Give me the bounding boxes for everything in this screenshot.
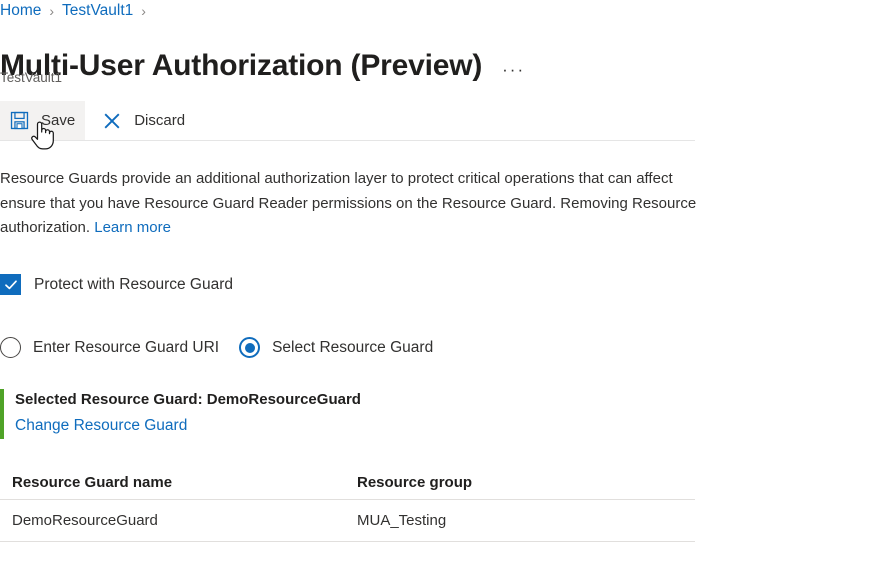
breadcrumb-chevron-icon: ›: [49, 3, 55, 19]
radio-circle-unselected-icon[interactable]: [0, 337, 21, 358]
cell-resource-group: MUA_Testing: [357, 512, 447, 529]
cell-resource-guard-name: DemoResourceGuard: [12, 512, 158, 529]
breadcrumb-chevron-icon-2: ›: [141, 3, 146, 19]
more-options-icon[interactable]: ···: [502, 61, 525, 78]
table-row[interactable]: DemoResourceGuard MUA_Testing: [0, 500, 695, 542]
save-button-label: Save: [41, 112, 76, 129]
description-line-1: Resource Guards provide an additional au…: [0, 170, 673, 187]
radio-circle-selected-icon[interactable]: [239, 337, 261, 358]
radio-enter-resource-guard-uri[interactable]: Enter Resource Guard URI: [0, 337, 219, 358]
save-button[interactable]: Save: [0, 101, 86, 140]
radio-select-resource-guard[interactable]: Select Resource Guard: [239, 337, 433, 358]
radio-dot: [244, 342, 255, 353]
breadcrumb: Home › TestVault1 ›: [0, 2, 154, 20]
breadcrumb-item-testvault1[interactable]: TestVault1: [62, 2, 133, 20]
page-subtitle: TestVault1: [0, 70, 63, 85]
description-line-3-text: authorization.: [0, 219, 91, 236]
selected-resource-guard-title: Selected Resource Guard: DemoResourceGua…: [15, 391, 361, 408]
checkmark-icon: [4, 279, 17, 289]
protect-with-resource-guard-checkbox[interactable]: Protect with Resource Guard: [0, 274, 233, 295]
command-bar: Save Discard: [0, 101, 695, 141]
close-x-icon: [101, 110, 123, 132]
change-resource-guard-link[interactable]: Change Resource Guard: [15, 413, 187, 439]
selected-resource-guard-panel: Selected Resource Guard: DemoResourceGua…: [0, 389, 361, 439]
table-header-row: Resource Guard name Resource group: [0, 466, 695, 500]
column-header-resource-guard-name[interactable]: Resource Guard name: [0, 474, 345, 491]
save-floppy-icon: [8, 110, 30, 132]
description-line-2: ensure that you have Resource Guard Read…: [0, 194, 696, 212]
discard-button[interactable]: Discard: [93, 101, 195, 140]
learn-more-link[interactable]: Learn more: [94, 219, 171, 236]
description-line-3: authorization. Learn more: [0, 216, 696, 241]
breadcrumb-item-home[interactable]: Home: [0, 2, 41, 20]
radio-enter-uri-label: Enter Resource Guard URI: [33, 338, 220, 356]
discard-button-label: Discard: [134, 112, 186, 129]
page-title: Multi-User Authorization (Preview): [0, 49, 483, 83]
radio-select-guard-label: Select Resource Guard: [272, 338, 434, 356]
checkbox-box[interactable]: [0, 274, 21, 295]
resource-guard-mode-radio-group: Enter Resource Guard URI Select Resource…: [0, 337, 433, 358]
resource-guard-table: Resource Guard name Resource group DemoR…: [0, 466, 695, 542]
protect-checkbox-label: Protect with Resource Guard: [34, 275, 234, 293]
page-header: Multi-User Authorization (Preview) ···: [0, 26, 525, 106]
description-text: Resource Guards provide an additional au…: [0, 167, 696, 241]
column-header-resource-group[interactable]: Resource group: [345, 474, 675, 491]
